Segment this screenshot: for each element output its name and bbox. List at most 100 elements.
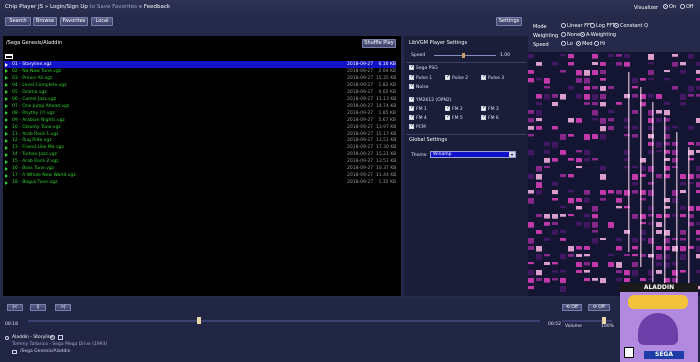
spectrum-band xyxy=(576,158,582,163)
fm-channel-2[interactable]: FM 2 xyxy=(445,105,463,112)
speed-option-hi[interactable]: Hi xyxy=(594,41,605,47)
spectrum-band xyxy=(584,270,590,273)
now-playing-path[interactable]: /Sega Genesis/Aladdin xyxy=(20,349,70,354)
file-row[interactable]: 14 - Turban Jazz.vgz 2018-09-27 15.21 KB xyxy=(4,151,396,158)
local-button[interactable]: Local xyxy=(91,17,113,26)
spectrum-band xyxy=(528,238,534,244)
file-row[interactable]: 12 - Rug Ride.vgz 2018-09-27 13.51 KB xyxy=(4,137,396,144)
group-check-icon[interactable] xyxy=(409,96,414,102)
sega-logo: SEGA xyxy=(644,351,684,359)
play-icon[interactable] xyxy=(5,152,8,157)
previous-button[interactable]: |< xyxy=(7,304,23,311)
spectrum-band xyxy=(584,150,590,156)
speed-option-med[interactable]: Med xyxy=(576,41,593,47)
progress-thumb[interactable] xyxy=(196,317,201,324)
play-icon[interactable] xyxy=(5,83,8,88)
play-icon[interactable] xyxy=(5,173,8,178)
theme-select[interactable]: Winamp ▾ xyxy=(430,151,516,158)
play-icon[interactable] xyxy=(5,69,8,74)
search-button[interactable]: Search xyxy=(5,17,31,26)
spectrum-band xyxy=(608,86,614,90)
play-icon[interactable] xyxy=(5,62,8,67)
play-icon[interactable] xyxy=(5,97,8,102)
favorites-button[interactable]: Favorites xyxy=(60,17,88,26)
spectrum-band xyxy=(592,54,598,59)
file-row[interactable]: 08 - Rhythy (?).vgz 2018-09-27 1.85 KB xyxy=(4,110,396,117)
weighting-option-none[interactable]: None xyxy=(561,32,580,38)
fm-channel-5[interactable]: FM 5 xyxy=(445,114,463,121)
visualizer-off-radio[interactable]: Off xyxy=(680,4,693,10)
spectrum-band xyxy=(680,174,686,180)
fm-channel-4[interactable]: FM 4 xyxy=(409,114,427,121)
pause-button[interactable]: || xyxy=(30,304,46,311)
volume-thumb[interactable] xyxy=(602,317,606,324)
visualizer-on-radio[interactable]: On xyxy=(663,4,676,10)
file-date: 2018-09-27 xyxy=(347,117,374,123)
play-icon[interactable] xyxy=(5,125,8,130)
play-icon[interactable] xyxy=(5,104,8,109)
shuffle-play-button[interactable]: Shuffle Play xyxy=(362,39,396,48)
file-row[interactable]: 01 - Storyline.vgz 2018-09-27 6.16 KB xyxy=(4,61,396,68)
file-date: 2018-09-27 xyxy=(347,124,374,130)
file-row[interactable]: 04 - Level Complete.vgz 2018-09-27 1.82 KB xyxy=(4,82,396,89)
settings-button[interactable]: Settings xyxy=(496,17,522,26)
file-row[interactable]: 18 - Bogus Tune.vgz 2018-09-27 1.35 KB xyxy=(4,179,396,186)
play-icon[interactable] xyxy=(5,180,8,185)
weighting-option-a[interactable]: A-Weighting xyxy=(580,32,616,38)
play-icon[interactable] xyxy=(5,118,8,123)
file-row[interactable]: 07 - One Jump Ahead.vgz 2018-09-27 14.74 K… xyxy=(4,103,396,110)
loop-toggle[interactable]: ⟲ Off xyxy=(562,304,582,311)
speed-option-lo[interactable]: Lo xyxy=(561,41,573,47)
channel-label: Pulse 2 xyxy=(452,76,469,81)
file-row[interactable]: 15 - Arab Rock 2.vgz 2018-09-27 13.51 KB xyxy=(4,158,396,165)
play-icon[interactable] xyxy=(5,159,8,164)
mode-option-constant-q[interactable]: Constant Q xyxy=(614,23,648,29)
play-icon[interactable] xyxy=(5,145,8,150)
next-button[interactable]: >| xyxy=(55,304,71,311)
play-icon[interactable] xyxy=(5,132,8,136)
download-icon[interactable] xyxy=(58,335,63,340)
play-icon[interactable] xyxy=(5,76,8,81)
play-icon[interactable] xyxy=(5,111,8,116)
fm-channel-6[interactable]: FM 6 xyxy=(481,114,499,121)
radio-icon xyxy=(580,32,585,37)
file-row[interactable]: 11 - Arab Rock 1.vgz 2018-09-27 15.17 KB xyxy=(4,131,396,138)
file-row[interactable]: 17 - A Whole New World.vgz 2018-09-27 11.4… xyxy=(4,172,396,179)
file-row[interactable]: 03 - Prince Ali.vgz 2018-09-27 15.35 KB xyxy=(4,75,396,82)
psg-channel-2[interactable]: Pulse 2 xyxy=(445,74,469,81)
file-row[interactable]: 16 - Boss Tune.vgz 2018-09-27 10.37 KB xyxy=(4,165,396,172)
file-row[interactable]: 10 - Gloomy Tune.vgz 2018-09-27 13.97 KB xyxy=(4,124,396,131)
fm-channel-3[interactable]: FM 3 xyxy=(481,105,499,112)
repeat-toggle[interactable]: ⟳ Off xyxy=(588,304,610,311)
folder-up-icon[interactable] xyxy=(5,54,13,59)
psg-channel-3[interactable]: Pulse 3 xyxy=(481,74,504,81)
file-row[interactable]: 13 - Friend Like Me.vgz 2018-09-27 17.30 K… xyxy=(4,144,396,151)
play-icon[interactable] xyxy=(5,166,8,171)
psg-group-title: Sega PSG xyxy=(409,64,438,71)
fm-channel-1[interactable]: FM 1 xyxy=(409,105,427,112)
file-row[interactable]: 02 - Na-Naw Tune.vgz 2018-09-27 2.04 KB xyxy=(4,68,396,75)
spectrum-band xyxy=(552,278,558,281)
info-icon[interactable] xyxy=(50,335,55,340)
mode-option-label: Constant Q xyxy=(620,23,649,29)
feedback-link[interactable]: Feedback xyxy=(144,4,170,10)
spectrum-band xyxy=(584,102,590,105)
file-row[interactable]: 06 - Camel Jazz.vgz 2018-09-27 11.13 KB xyxy=(4,96,396,103)
fm-channel-pcm[interactable]: PCM xyxy=(409,123,426,130)
login-link[interactable]: Login/Sign Up xyxy=(50,4,88,10)
speed-slider[interactable] xyxy=(434,55,496,56)
psg-channel-noise[interactable]: Noise xyxy=(409,83,428,90)
psg-channel-1[interactable]: Pulse 1 xyxy=(409,74,432,81)
login-hint: to Save Favorites xyxy=(89,4,138,10)
file-row[interactable]: 09 - Arabian Nights.vgz 2018-09-27 5.67 KB xyxy=(4,117,396,124)
play-icon[interactable] xyxy=(5,138,8,143)
browse-button[interactable]: Browse xyxy=(33,17,57,26)
mode-option-log[interactable]: Log FFT xyxy=(590,23,615,29)
speed-slider-thumb[interactable] xyxy=(461,53,465,58)
file-name: 13 - Friend Like Me.vgz xyxy=(12,145,64,151)
progress-bar[interactable] xyxy=(28,320,540,322)
play-icon[interactable] xyxy=(5,90,8,95)
group-check-icon[interactable] xyxy=(409,64,414,70)
mode-option-linear[interactable]: Linear FFT xyxy=(561,23,593,29)
file-row[interactable]: 05 - Drama.vgz 2018-09-27 4.02 KB xyxy=(4,89,396,96)
